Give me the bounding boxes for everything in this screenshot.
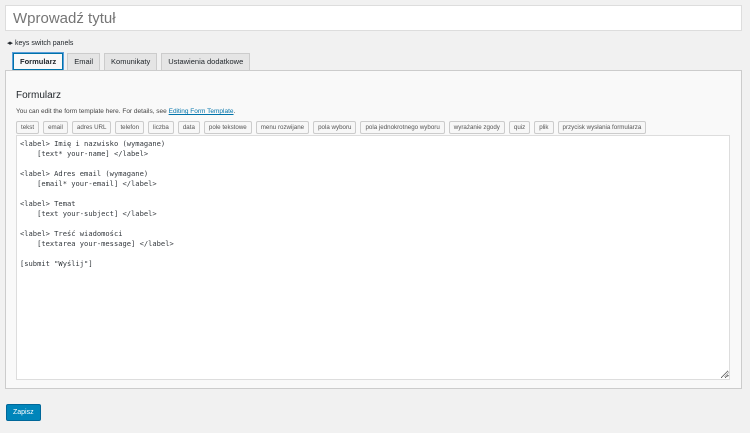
resize-handle-icon[interactable] [724, 372, 729, 377]
tag-button-adres-url[interactable]: adres URL [71, 121, 112, 134]
panel-description: You can edit the form template here. For… [16, 108, 235, 115]
keys-hint-text: keys switch panels [15, 39, 74, 47]
tag-button-telefon[interactable]: telefon [115, 121, 145, 134]
tab-email[interactable]: Email [67, 53, 101, 70]
tag-button-data[interactable]: data [177, 121, 200, 134]
tag-button-pole-tekstowe[interactable]: pole tekstowe [203, 121, 252, 134]
form-panel: Formularz You can edit the form template… [5, 70, 742, 389]
tag-button-liczba[interactable]: liczba [148, 121, 174, 134]
tab-formularz[interactable]: Formularz [13, 53, 64, 70]
tag-button-plik[interactable]: plik [534, 121, 554, 134]
panel-description-text: You can edit the form template here. For… [16, 108, 169, 115]
tab-ustawienia-dodatkowe[interactable]: Ustawienia dodatkowe [161, 53, 251, 70]
panel-description-end: . [233, 108, 236, 115]
panel-tabs: Formularz Email Komunikaty Ustawienia do… [13, 53, 251, 70]
save-button[interactable]: Zapisz [6, 404, 41, 421]
editing-form-template-link[interactable]: Editing Form Template [169, 108, 234, 115]
keys-hint: ◂▸ keys switch panels [7, 39, 74, 48]
tag-button-pola-wyboru[interactable]: pola wyboru [313, 121, 357, 134]
tag-generator-buttons: tekst email adres URL telefon liczba dat… [16, 121, 647, 134]
arrows-icon: ◂▸ [7, 40, 13, 47]
tag-button-wyrazanie-zgody[interactable]: wyrażanie zgody [448, 121, 505, 134]
title-input[interactable] [5, 5, 742, 31]
tag-button-tekst[interactable]: tekst [16, 121, 40, 134]
form-template-editor[interactable]: <label> Imię i nazwisko (wymagane) [text… [16, 135, 730, 380]
tag-button-email[interactable]: email [43, 121, 68, 134]
tag-button-pola-jednokrotnego-wyboru[interactable]: pola jednokrotnego wyboru [360, 121, 445, 134]
tag-button-menu-rozwijane[interactable]: menu rozwijane [255, 121, 310, 134]
panel-title: Formularz [16, 90, 62, 101]
tab-komunikaty[interactable]: Komunikaty [104, 53, 158, 70]
tag-button-przycisk-wyslania[interactable]: przycisk wysłania formularza [557, 121, 647, 134]
tag-button-quiz[interactable]: quiz [508, 121, 531, 134]
